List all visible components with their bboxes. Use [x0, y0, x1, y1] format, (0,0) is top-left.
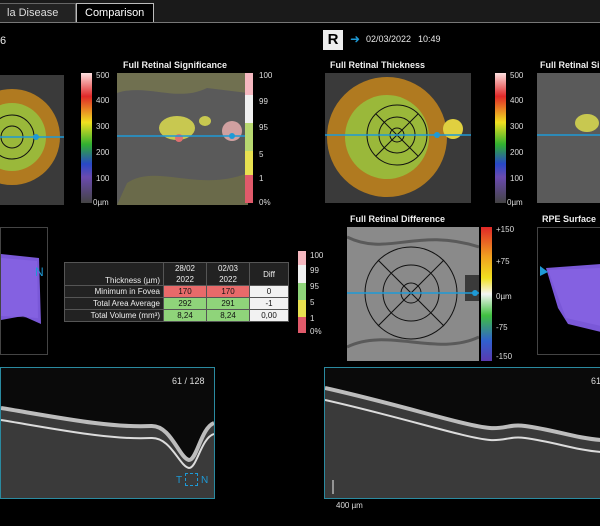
sig-scale-95: 95	[259, 123, 268, 132]
thickness-scale-right-0: 0µm	[507, 198, 523, 207]
thickness-scale-500: 500	[96, 71, 110, 80]
diff-scale-zero: 0µm	[496, 292, 512, 301]
full-retinal-significance-label: Full Retinal Significance	[123, 60, 228, 70]
thickness-scale-right-200: 200	[510, 148, 524, 157]
table-row: Total Area Average 292 291 -1	[64, 297, 289, 310]
mid-sig-band-99	[298, 265, 306, 283]
full-retinal-difference-label: Full Retinal Difference	[350, 214, 446, 224]
thickness-scale-right-400: 400	[510, 96, 524, 105]
thickness-scale-100: 100	[96, 174, 110, 183]
mid-sig-scale-95: 95	[310, 282, 319, 291]
thickness-scale-right-300: 300	[510, 122, 524, 131]
full-retinal-thickness-label: Full Retinal Thickness	[330, 60, 426, 70]
sig-band-1	[245, 175, 253, 203]
left-thickness-map[interactable]	[0, 75, 64, 205]
diff-scale-minus150: -150	[496, 352, 513, 361]
mid-sig-band-1	[298, 317, 306, 333]
sig-band-100	[245, 73, 253, 95]
tab-comparison[interactable]: Comparison	[76, 3, 154, 22]
row-value-1: 8,24	[163, 309, 207, 322]
table-header-label: Thickness (µm)	[64, 262, 164, 286]
thickness-scale-right-100: 100	[510, 174, 524, 183]
row-value-2: 8,24	[206, 309, 250, 322]
mid-sig-scale-0: 0%	[310, 327, 322, 336]
right-oct-bscan[interactable]	[324, 367, 600, 499]
diff-scale-plus150: +150	[496, 225, 515, 234]
diff-scale-minus75: -75	[496, 323, 508, 332]
sig-scale-99: 99	[259, 97, 268, 106]
sig-scale-1: 1	[259, 174, 264, 183]
thickness-scale-200: 200	[96, 148, 110, 157]
col2-top: 02/03	[206, 262, 250, 274]
scale-bar-label: 400 µm	[336, 501, 363, 510]
right-significance-map[interactable]	[537, 73, 600, 203]
mid-sig-band-5	[298, 300, 306, 317]
arrow-right-icon[interactable]: ➜	[350, 32, 360, 46]
thickness-scale-right-500: 500	[510, 71, 524, 80]
rpe-surface-label: RPE Surface	[542, 214, 597, 224]
sig-scale-5: 5	[259, 150, 264, 159]
mid-sig-band-100	[298, 251, 306, 265]
col1-top: 28/02	[163, 262, 207, 274]
difference-scale-bar	[481, 227, 492, 361]
right-rpe-surface[interactable]	[537, 227, 600, 355]
row-diff: 0,00	[249, 309, 289, 322]
mid-sig-band-95	[298, 283, 306, 300]
eye-badge: R	[323, 30, 343, 50]
sig-band-95	[245, 123, 253, 151]
nasal-letter-bscan: N	[201, 475, 209, 486]
table-row: Minimum in Fovea 170 170 0	[64, 285, 289, 298]
diff-scale-plus75: +75	[496, 257, 510, 266]
temporal-letter-left: T	[176, 475, 183, 486]
thickness-scale-0: 0µm	[93, 198, 109, 207]
sig-band-99	[245, 95, 253, 123]
row-label: Total Area Average	[64, 297, 164, 310]
bscan-counter-right: 61	[591, 376, 600, 386]
row-diff: -1	[249, 297, 289, 310]
col1-bottom: 2022	[163, 274, 207, 286]
left-oct-bscan[interactable]	[0, 367, 215, 499]
left-rpe-surface[interactable]	[0, 227, 48, 355]
bscan-counter-left: 61 / 128	[172, 376, 205, 386]
sig-scale-0: 0%	[259, 198, 271, 207]
mid-sig-scale-5: 5	[310, 298, 315, 307]
thickness-table: Thickness (µm) 28/02 02/03 Diff 2022 202…	[64, 262, 289, 322]
table-row: Total Volume (mm³) 8,24 8,24 0,00	[64, 309, 289, 322]
exam-time: 10:49	[418, 34, 441, 44]
row-label: Total Volume (mm³)	[64, 309, 164, 322]
left-exam-date-fragment: 6	[0, 35, 7, 47]
significance-map[interactable]	[117, 73, 248, 205]
difference-map[interactable]	[347, 227, 479, 361]
col2-bottom: 2022	[206, 274, 250, 286]
mid-sig-scale-1: 1	[310, 314, 315, 323]
thickness-scale-bar-right	[495, 73, 506, 203]
thickness-scale-bar	[81, 73, 92, 203]
row-diff: 0	[249, 285, 289, 298]
right-thickness-map[interactable]	[325, 73, 471, 203]
tab-macula-disease[interactable]: la Disease	[0, 3, 76, 22]
nasal-letter-left: N	[35, 265, 44, 279]
mid-sig-scale-99: 99	[310, 266, 319, 275]
thickness-scale-400: 400	[96, 96, 110, 105]
row-value-1: 170	[163, 285, 207, 298]
col-diff: Diff	[249, 262, 289, 286]
row-label: Minimum in Fovea	[64, 285, 164, 298]
scan-position-icon[interactable]	[185, 473, 198, 486]
full-retinal-significance-right-label: Full Retinal Si	[540, 60, 600, 70]
row-value-2: 170	[206, 285, 250, 298]
row-value-1: 292	[163, 297, 207, 310]
exam-date: 02/03/2022	[366, 34, 412, 44]
row-value-2: 291	[206, 297, 250, 310]
thickness-scale-300: 300	[96, 122, 110, 131]
sig-band-5	[245, 151, 253, 175]
mid-sig-scale-100: 100	[310, 251, 324, 260]
sig-scale-100: 100	[259, 71, 273, 80]
